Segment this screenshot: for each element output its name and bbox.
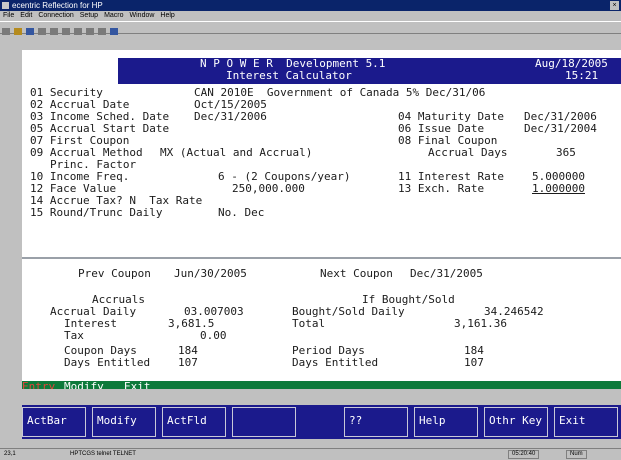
fkey-help[interactable]: Help — [414, 407, 478, 437]
days-entitled-label: Days Entitled — [64, 356, 151, 369]
next-coupon-label: Next Coupon — [320, 267, 393, 280]
status-line-col: 23,1 — [4, 451, 16, 457]
total-value: 3,161.36 — [454, 317, 507, 330]
field-value-face-value[interactable]: 250,000.000 — [232, 183, 305, 195]
title-bar: ecentric Reflection for HP — [0, 0, 621, 11]
fkey-actbar[interactable]: ActBar — [22, 407, 86, 437]
close-button[interactable]: × — [610, 1, 619, 10]
paste-icon[interactable] — [74, 28, 82, 35]
status-bar: 23,1 HPTCGS telnet TELNET 05:20:40 Num — [0, 448, 621, 460]
cut-icon[interactable] — [50, 28, 58, 35]
command-bar: Entry Modify Exit — [22, 381, 621, 389]
menu-help[interactable]: Help — [160, 12, 174, 19]
new-icon[interactable] — [2, 28, 10, 35]
field-value-accrual-method[interactable]: MX (Actual and Accrual) — [160, 147, 312, 159]
days-entitled-value: 107 — [178, 356, 198, 369]
function-key-bar: ActBar Modify ActFld ?? Help Othr Key Ex… — [22, 405, 621, 439]
toolbar — [0, 21, 621, 35]
days-entitled-value-2: 107 — [464, 356, 484, 369]
menu-bar: File Edit Connection Setup Macro Window Help — [0, 11, 621, 21]
field-label-exch-rate: 13 Exch. Rate — [398, 182, 485, 195]
tax-value: 0.00 — [200, 329, 227, 342]
command-entry[interactable]: Entry — [22, 381, 55, 390]
fkey-blank[interactable] — [232, 407, 296, 437]
tax-label: Tax — [64, 329, 84, 342]
status-position: 05:20:40 — [508, 450, 540, 459]
screen-subtitle: Interest Calculator — [226, 69, 352, 82]
header-time: 15:21 — [565, 69, 599, 82]
section-divider — [22, 257, 621, 259]
save-icon[interactable] — [26, 28, 34, 35]
field-value-exch-rate[interactable]: 1.000000 — [532, 183, 585, 195]
window-title: ecentric Reflection for HP — [12, 1, 103, 10]
menu-setup[interactable]: Setup — [80, 12, 98, 19]
play-icon[interactable] — [86, 28, 94, 35]
field-value-accrual-days[interactable]: 365 — [556, 147, 576, 159]
open-icon[interactable] — [14, 28, 22, 35]
menu-window[interactable]: Window — [130, 12, 155, 19]
field-value-round-trunc[interactable]: No. Dec — [218, 207, 264, 219]
field-label-accrual-days: Accrual Days — [428, 146, 508, 159]
total-label: Total — [292, 317, 326, 330]
menu-macro[interactable]: Macro — [104, 12, 123, 19]
menu-edit[interactable]: Edit — [20, 12, 32, 19]
field-value-income-sched-date[interactable]: Dec/31/2006 — [194, 111, 267, 123]
print-icon[interactable] — [38, 28, 46, 35]
command-exit[interactable]: Exit — [124, 381, 151, 390]
fkey-modify[interactable]: Modify — [92, 407, 156, 437]
fkey-help-query[interactable]: ?? — [344, 407, 408, 437]
field-label-round-trunc: 15 Round/Trunc Daily — [30, 206, 163, 219]
fkey-actfld[interactable]: ActFld — [162, 407, 226, 437]
stop-icon[interactable] — [98, 28, 106, 35]
fkey-othr-key[interactable]: Othr Key — [484, 407, 548, 437]
field-value-issue-date[interactable]: Dec/31/2004 — [524, 123, 597, 135]
prev-coupon-label: Prev Coupon — [78, 267, 151, 280]
terminal-screen[interactable]: N P O W E R Development 5.1 Interest Cal… — [22, 50, 621, 389]
help-icon[interactable] — [110, 28, 118, 35]
prev-coupon-value: Jun/30/2005 — [174, 267, 247, 280]
status-mode: Num — [566, 450, 587, 459]
copy-icon[interactable] — [62, 28, 70, 35]
days-entitled-label-2: Days Entitled — [292, 356, 379, 369]
menu-file[interactable]: File — [3, 12, 14, 19]
status-host: HPTCGS telnet TELNET — [70, 451, 136, 457]
command-modify[interactable]: Modify — [64, 381, 104, 390]
menu-connection[interactable]: Connection — [38, 12, 73, 19]
fkey-exit[interactable]: Exit — [554, 407, 618, 437]
application-window: ecentric Reflection for HP × File Edit Con… — [0, 0, 621, 460]
app-icon — [2, 2, 9, 10]
next-coupon-value: Dec/31/2005 — [410, 267, 483, 280]
